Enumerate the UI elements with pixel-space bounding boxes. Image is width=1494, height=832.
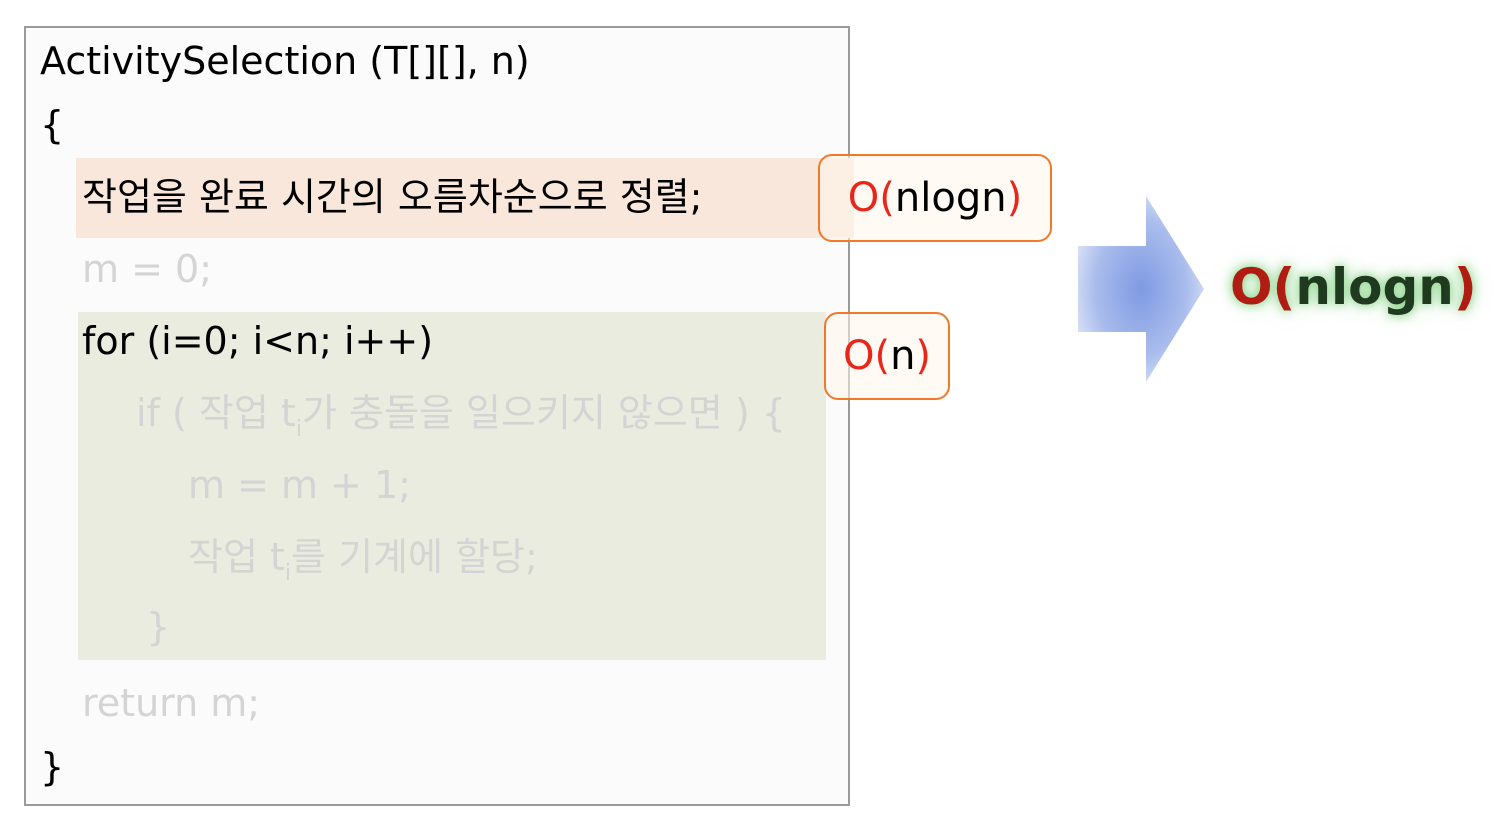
increment-statement: m = m + 1; <box>188 463 412 507</box>
open-brace: { <box>40 103 65 147</box>
result-inner: nlogn <box>1295 258 1454 316</box>
sort-badge-inner: nlogn <box>894 175 1007 221</box>
loop-badge-open: O( <box>842 333 891 379</box>
return-statement: return m; <box>82 681 261 725</box>
sort-badge-close: ) <box>1006 175 1023 221</box>
assign-statement: 작업 ti를 기계에 할당; <box>188 538 538 585</box>
inner-close-brace: } <box>146 605 171 649</box>
for-statement: for (i=0; i<n; i++) <box>82 319 434 363</box>
loop-badge-close: ) <box>915 333 932 379</box>
loop-complexity-badge: O(n) <box>824 312 950 400</box>
sort-statement: 작업을 완료 시간의 오름차순으로 정렬; <box>82 175 703 219</box>
total-complexity: O(nlogn) <box>1230 262 1477 312</box>
assign-text-b: 를 기계에 할당; <box>291 535 538 579</box>
sort-badge-open: O( <box>847 175 895 221</box>
if-statement: if ( 작업 ti가 충돌을 일으키지 않으면 ) { <box>136 394 786 441</box>
assign-text-a: 작업 t <box>188 535 285 579</box>
right-arrow-icon <box>1078 196 1204 382</box>
result-open: O( <box>1230 258 1296 316</box>
function-signature: ActivitySelection (T[][], n) <box>40 39 530 83</box>
if-text-b: 가 충돌을 일으키지 않으면 ) { <box>301 391 786 435</box>
if-text-a: if ( 작업 t <box>136 391 296 435</box>
init-statement: m = 0; <box>82 247 212 291</box>
sort-complexity-badge: O(nlogn) <box>818 154 1052 242</box>
close-brace: } <box>40 745 65 789</box>
loop-badge-inner: n <box>890 333 916 379</box>
result-close: ) <box>1453 258 1477 316</box>
